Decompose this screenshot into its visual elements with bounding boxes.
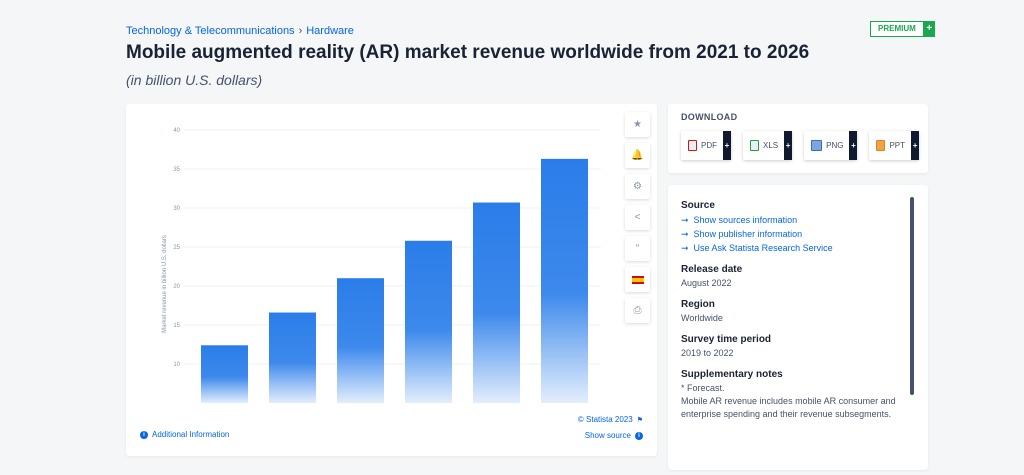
copyright[interactable]: © Statista 2023 ⚑ <box>578 415 643 424</box>
arrow-right-icon: ➞ <box>681 243 689 253</box>
additional-information-label: Additional Information <box>152 430 230 439</box>
download-png-label: PNG <box>826 141 844 150</box>
png-image-icon <box>811 140 823 151</box>
language-flag-icon[interactable] <box>625 267 650 292</box>
bar-2023[interactable] <box>337 278 384 403</box>
supplementary-notes-text: Mobile AR revenue includes mobile AR con… <box>681 396 896 419</box>
show-sources-link[interactable]: ➞ Show sources information <box>681 213 901 227</box>
bar-2025[interactable] <box>473 202 520 403</box>
show-source-link[interactable]: Show source i <box>585 431 643 440</box>
source-info-icon: i <box>635 431 643 440</box>
download-png-button[interactable]: PNG + <box>804 131 858 160</box>
download-heading: DOWNLOAD <box>681 112 738 122</box>
y-tick-label: 20 <box>173 284 180 290</box>
xls-plus-icon: + <box>784 131 793 160</box>
png-plus-icon: + <box>849 131 858 160</box>
breadcrumb-hardware-link[interactable]: Hardware <box>306 25 354 37</box>
survey-period-value: 2019 to 2022 <box>681 348 734 358</box>
download-panel: DOWNLOAD PDF + XLS + PNG + PPT + <box>668 104 928 173</box>
chart-toolbar: ★ 🔔 ⚙ < “ ⎙ <box>625 112 650 323</box>
show-source-label: Show source <box>584 431 631 440</box>
download-ppt-button[interactable]: PPT + <box>869 131 920 160</box>
chart-card: 10 15 20 25 30 35 40 Market revenue in billion… <box>126 104 657 456</box>
print-icon[interactable]: ⎙ <box>625 298 650 323</box>
xls-file-icon <box>750 140 759 151</box>
show-publisher-label: Show publisher information <box>693 229 803 239</box>
y-tick-label: 40 <box>173 128 180 134</box>
premium-plus-icon: + <box>923 21 935 37</box>
download-pdf-button[interactable]: PDF + <box>681 131 731 160</box>
download-xls-label: XLS <box>763 141 779 150</box>
supplementary-notes-forecast: * Forecast. <box>681 383 725 393</box>
page-title: Mobile augmented reality (AR) market rev… <box>126 42 810 63</box>
release-date-heading: Release date <box>681 264 743 275</box>
page-subtitle: (in billion U.S. dollars) <box>126 72 263 88</box>
breadcrumb-category-link[interactable]: Technology & Telecommunications <box>126 25 295 37</box>
arrow-right-icon: ➞ <box>681 215 689 225</box>
flag-icon: ⚑ <box>636 416 643 424</box>
y-tick-label: 10 <box>173 362 180 368</box>
copyright-text: © Statista 2023 <box>577 415 633 424</box>
pdf-file-icon <box>688 140 697 151</box>
download-xls-button[interactable]: XLS + <box>743 131 793 160</box>
supplementary-notes-heading: Supplementary notes <box>681 369 783 380</box>
citation-quote-icon[interactable]: “ <box>625 236 650 261</box>
favorite-star-icon[interactable]: ★ <box>625 112 650 137</box>
download-ppt-label: PPT <box>889 141 906 150</box>
region-value: Worldwide <box>681 313 723 323</box>
info-icon: i <box>140 430 148 439</box>
details-scrollbar[interactable] <box>910 197 914 395</box>
breadcrumb: Technology & Telecommunications › Hardwa… <box>126 25 354 37</box>
pdf-plus-icon: + <box>723 131 731 160</box>
y-tick-label: 15 <box>173 323 180 329</box>
ask-statista-link[interactable]: ➞ Use Ask Statista Research Service <box>681 241 901 255</box>
show-sources-label: Show sources information <box>693 215 798 225</box>
y-tick-label: 35 <box>173 167 180 173</box>
bar-2024[interactable] <box>405 240 452 403</box>
bar-2026[interactable] <box>541 158 588 403</box>
y-tick-label: 30 <box>173 206 180 212</box>
statistic-details-panel: Source ➞ Show sources information ➞ Show p… <box>668 185 928 470</box>
y-tick-label: 25 <box>173 245 180 251</box>
premium-badge[interactable]: PREMIUM + <box>870 21 935 37</box>
bar-chart: 10 15 20 25 30 35 40 Market revenue in billion… <box>162 128 601 403</box>
ppt-file-icon <box>876 140 886 151</box>
arrow-right-icon: ➞ <box>681 229 689 239</box>
ask-statista-label: Use Ask Statista Research Service <box>693 243 833 253</box>
premium-label: PREMIUM <box>870 21 924 37</box>
source-heading: Source <box>681 200 715 211</box>
ppt-plus-icon: + <box>911 131 920 160</box>
download-buttons: PDF + XLS + PNG + PPT + <box>681 131 920 160</box>
settings-gear-icon[interactable]: ⚙ <box>625 174 650 199</box>
share-icon[interactable]: < <box>625 205 650 230</box>
bar-2022[interactable] <box>269 312 316 403</box>
breadcrumb-separator: › <box>298 25 303 37</box>
spanish-flag-icon <box>631 275 644 284</box>
show-publisher-link[interactable]: ➞ Show publisher information <box>681 227 901 241</box>
notification-bell-icon[interactable]: 🔔 <box>625 143 650 168</box>
survey-period-heading: Survey time period <box>681 334 772 345</box>
bar-2021[interactable] <box>201 345 248 403</box>
region-heading: Region <box>681 299 715 310</box>
y-axis-label: Market revenue in billion U.S. dollars <box>162 235 168 333</box>
download-pdf-label: PDF <box>701 141 717 150</box>
additional-information-link[interactable]: i Additional Information <box>140 430 229 439</box>
release-date-value: August 2022 <box>681 278 732 288</box>
